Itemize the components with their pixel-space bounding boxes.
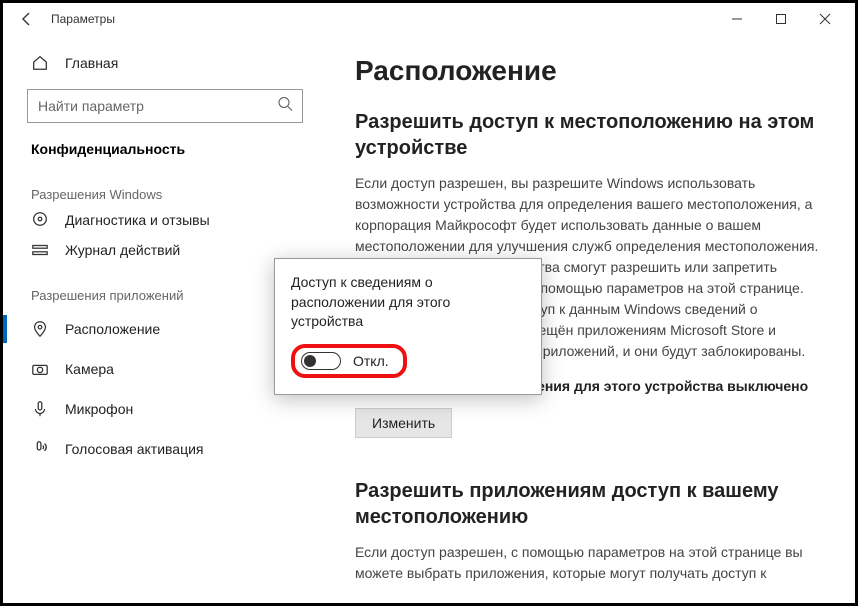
toggle-label: Откл. [353, 353, 389, 369]
diagnostics-icon [31, 210, 49, 228]
location-toggle[interactable] [301, 352, 341, 370]
sidebar-category-label: Конфиденциальность [31, 141, 185, 157]
sidebar-item-label: Микрофон [65, 401, 133, 417]
voice-icon [31, 440, 49, 458]
microphone-icon [31, 400, 49, 418]
history-icon [31, 241, 49, 259]
window-title: Параметры [43, 12, 715, 26]
sidebar-item-label: Голосовая активация [65, 441, 204, 457]
location-icon [31, 320, 49, 338]
change-button[interactable]: Изменить [355, 408, 452, 438]
sidebar-item-label: Диагностика и отзывы [65, 212, 210, 228]
search-input[interactable] [27, 89, 303, 123]
search-icon [277, 96, 293, 117]
sidebar-section-windows: Разрешения Windows [3, 169, 323, 208]
toggle-highlight: Откл. [291, 344, 407, 378]
sidebar-item-label: Расположение [65, 321, 160, 337]
section-heading-1: Разрешить доступ к местоположению на это… [355, 109, 823, 161]
section-description-2: Если доступ разрешен, с помощью параметр… [355, 542, 823, 584]
sidebar-home-label: Главная [65, 55, 118, 71]
close-button[interactable] [803, 3, 847, 35]
camera-icon [31, 360, 49, 378]
sidebar-item-microphone[interactable]: Микрофон [3, 389, 323, 429]
sidebar-category[interactable]: Конфиденциальность [3, 129, 323, 169]
section-heading-2: Разрешить приложениям доступ к вашему ме… [355, 478, 823, 530]
maximize-button[interactable] [759, 3, 803, 35]
back-button[interactable] [11, 11, 43, 27]
sidebar-home[interactable]: Главная [3, 43, 323, 83]
sidebar-item-label: Журнал действий [65, 242, 180, 258]
titlebar: Параметры [3, 3, 855, 35]
sidebar-item-diagnostics[interactable]: Диагностика и отзывы [3, 208, 323, 230]
home-icon [31, 54, 49, 72]
page-title: Расположение [355, 55, 823, 87]
location-access-popup: Доступ к сведениям о расположении для эт… [274, 258, 542, 395]
sidebar-item-voice-activation[interactable]: Голосовая активация [3, 429, 323, 469]
popup-title: Доступ к сведениям о расположении для эт… [291, 273, 525, 332]
minimize-button[interactable] [715, 3, 759, 35]
sidebar-item-label: Камера [65, 361, 114, 377]
